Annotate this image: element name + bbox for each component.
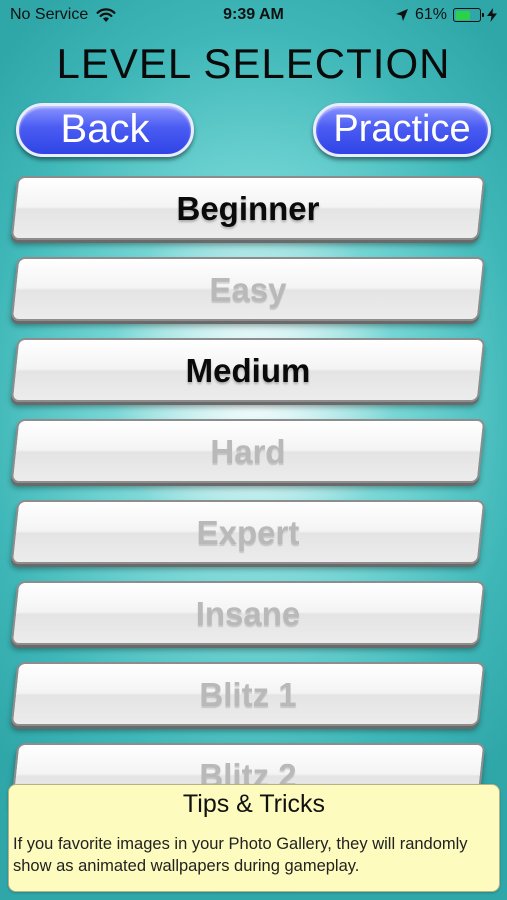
level-button-insane[interactable]: Insane [10, 581, 486, 645]
battery-icon [453, 8, 484, 22]
level-label: Beginner [176, 190, 320, 227]
level-button-beginner[interactable]: Beginner [10, 176, 486, 240]
level-label: Easy [209, 271, 287, 308]
tips-body: If you favorite images in your Photo Gal… [13, 835, 468, 875]
level-button-medium[interactable]: Medium [10, 338, 486, 402]
tips-title: Tips & Tricks [182, 790, 326, 818]
status-right: 61% [395, 6, 497, 24]
battery-fill [455, 10, 470, 20]
location-arrow-icon [395, 9, 408, 21]
battery-percent: 61% [414, 6, 447, 23]
level-label: Insane [195, 595, 301, 632]
level-label: Blitz 1 [199, 676, 297, 713]
tips-panel: Tips & Tricks If you favorite images in … [8, 784, 500, 892]
level-label: Hard [210, 433, 286, 470]
charging-bolt-icon [487, 8, 497, 22]
level-label: Expert [196, 514, 300, 551]
page-title: LEVEL SELECTION [56, 40, 451, 87]
practice-button[interactable]: Practice [313, 103, 491, 157]
back-button[interactable]: Back [16, 103, 194, 157]
level-button-easy[interactable]: Easy [10, 257, 486, 321]
status-bar: No Service 9:39 AM 61% [0, 0, 507, 30]
level-button-hard[interactable]: Hard [10, 419, 486, 483]
level-button-blitz-1[interactable]: Blitz 1 [10, 662, 486, 726]
level-button-expert[interactable]: Expert [10, 500, 486, 564]
level-label: Medium [185, 352, 311, 389]
